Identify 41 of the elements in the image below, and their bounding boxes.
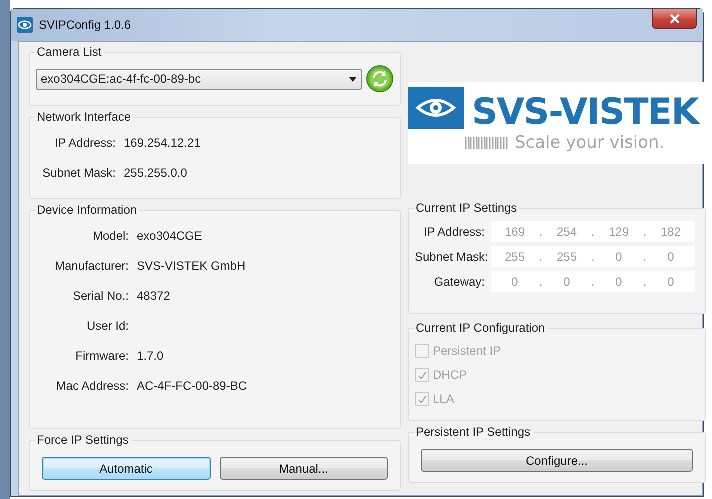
field-value: 1.7.0 [137,349,165,363]
button[interactable]: Manual... [220,457,388,480]
field-label: Firmware: [74,349,129,363]
eye-icon [17,17,33,33]
field-value: 169.254.12.21 [124,136,202,150]
close-button[interactable] [652,9,697,29]
group-title: Force IP Settings [37,433,129,447]
field-value: 48372 [137,289,172,303]
group-title: Network Interface [37,110,132,124]
field-value: exo304CGE [137,229,204,243]
checkbox-label: DHCP [433,368,468,382]
caret-icon [349,76,357,82]
group-title: Device Information [37,203,138,217]
field-label: Mac Address: [55,379,129,393]
button[interactable]: Automatic [42,457,210,480]
refresh-icon[interactable] [366,65,394,93]
field-label: Serial No.: [72,289,129,303]
group-title: Current IP Configuration [416,321,546,335]
field-label: IP Address: [54,136,116,150]
field-value: SVS-VISTEK GmbH [137,259,247,273]
camera-dropdown[interactable]: exo304CGE:ac-4f-fc-00-89-bc [36,68,362,90]
group-title: Persistent IP Settings [416,425,531,439]
field-label: Subnet Mask: [42,166,116,180]
field-value: 255.255.0.0 [124,166,188,180]
checkbox-label: Persistent IP [433,344,502,358]
logo-wordmark: SVS-VISTEK [472,93,702,133]
field-label: Manufacturer: [54,259,129,273]
field-label: Gateway: [433,274,485,288]
close-icon [668,14,680,24]
button[interactable]: Configure... [421,449,693,472]
field-value: AC-4F-FC-00-89-BC [137,379,248,393]
field-label: User Id: [86,319,129,333]
window-title: SVIPConfig 1.0.6 [39,18,132,32]
field-label: Model: [92,229,129,243]
logo-tagline: Scale your vision. [515,133,665,153]
field-label: IP Address: [422,224,485,238]
field-label: Subnet Mask: [415,250,485,264]
barcode-drawing [465,137,509,149]
group-title: Current IP Settings [416,201,518,215]
checkbox-label: LLA [433,392,454,406]
group-title: Camera List [37,45,102,59]
